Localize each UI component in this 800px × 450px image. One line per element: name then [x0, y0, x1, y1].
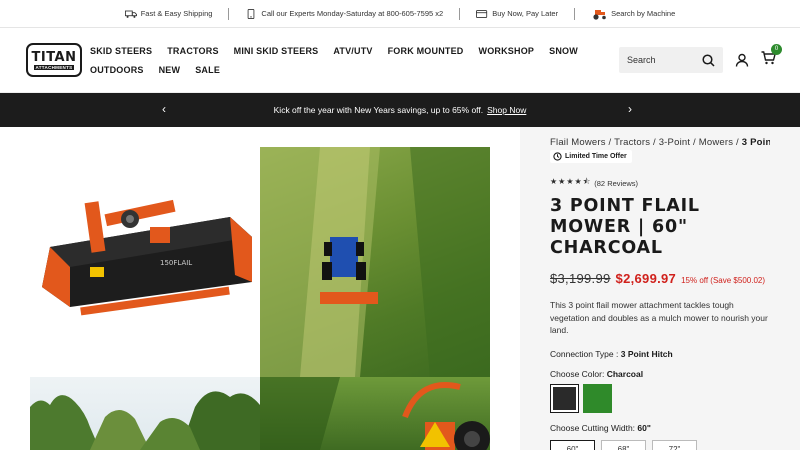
promo-prev-button[interactable]: ‹	[162, 102, 166, 116]
credit-card-icon	[476, 9, 488, 18]
nav-new[interactable]: NEW	[159, 65, 181, 75]
nav-snow[interactable]: SNOW	[549, 46, 578, 56]
nav-skid-steers[interactable]: SKID STEERS	[90, 46, 152, 56]
nav-tractors[interactable]: TRACTORS	[167, 46, 218, 56]
header-actions: 0	[735, 43, 782, 70]
search-icon[interactable]	[702, 53, 715, 67]
breadcrumb-flail-mowers[interactable]: Flail Mowers	[550, 137, 606, 148]
breadcrumb-current: 3 Point	[741, 137, 770, 148]
product-gallery: 150FLAIL	[0, 127, 520, 450]
connection-label: Connection Type :	[550, 348, 619, 359]
product-page: 150FLAIL Flail Mowers / Tractors / 3-Poi…	[0, 127, 800, 450]
product-rating[interactable]: ★★★★⯪ (82 Reviews)	[550, 176, 770, 190]
connection-type: Connection Type : 3 Point Hitch	[550, 349, 770, 359]
swatch-charcoal[interactable]	[550, 383, 579, 413]
color-option: Choose Color: Charcoal	[550, 369, 770, 379]
width-60-button[interactable]: 60"	[550, 439, 595, 450]
search-by-machine-label: Search by Machine	[611, 9, 676, 18]
product-image-trees[interactable]	[30, 377, 260, 450]
badge-label: Limited Time Offer	[565, 153, 627, 160]
savings-text: 15% off (Save $500.02)	[681, 276, 766, 285]
breadcrumb-tractors[interactable]: Tractors	[614, 137, 650, 148]
clock-icon	[553, 152, 562, 161]
trees-illustration	[30, 391, 260, 450]
search-by-machine-link[interactable]: Search by Machine	[575, 8, 691, 20]
shipping-label: Fast & Easy Shipping	[140, 9, 213, 18]
nav-outdoors[interactable]: OUTDOORS	[90, 65, 144, 75]
pay-later-label: Buy Now, Pay Later	[492, 9, 559, 18]
sale-price: $2,699.97	[615, 271, 677, 286]
original-price: $3,199.99	[550, 271, 611, 286]
pay-later-info[interactable]: Buy Now, Pay Later	[460, 9, 574, 19]
product-description: This 3 point flail mower attachment tack…	[550, 300, 768, 335]
tractor-closeup-illustration	[260, 377, 490, 450]
review-count[interactable]: (82 Reviews)	[594, 179, 638, 188]
product-image-tractor[interactable]	[260, 377, 490, 450]
truck-icon	[124, 10, 137, 18]
promo-shop-now-link[interactable]: Shop Now	[487, 105, 526, 115]
flail-mower-illustration: 150FLAIL	[42, 199, 252, 316]
search-box[interactable]: Search	[619, 47, 723, 73]
cart-count-badge: 0	[771, 43, 782, 55]
promo-next-button[interactable]: ›	[628, 102, 632, 116]
color-swatches	[550, 383, 770, 413]
color-label: Choose Color:	[550, 368, 605, 379]
width-72-button[interactable]: 72"	[652, 439, 697, 450]
shipping-info[interactable]: Fast & Easy Shipping	[109, 9, 229, 19]
color-value: Charcoal	[606, 368, 644, 379]
limited-time-offer-badge: Limited Time Offer	[550, 150, 632, 163]
search-input[interactable]: Search	[627, 55, 656, 65]
swatch-green[interactable]	[583, 383, 612, 413]
breadcrumb: Flail Mowers / Tractors / 3-Point / Mowe…	[550, 137, 770, 148]
mower-decal-text: 150FLAIL	[160, 259, 192, 267]
logo-subtitle: ATTACHMENTS	[33, 64, 75, 70]
promo-text: Kick off the year with New Years savings…	[273, 105, 484, 115]
main-nav: SKID STEERS TRACTORS MINI SKID STEERS AT…	[90, 46, 619, 75]
width-68-button[interactable]: 68"	[601, 439, 646, 450]
call-experts-label: Call our Experts Monday-Saturday at 800-…	[261, 9, 444, 18]
site-header: TITAN ATTACHMENTS SKID STEERS TRACTORS M…	[0, 28, 800, 93]
width-option: Choose Cutting Width: 60"	[550, 423, 770, 433]
call-experts-info[interactable]: Call our Experts Monday-Saturday at 800-…	[229, 8, 459, 19]
product-details: Flail Mowers / Tractors / 3-Point / Mowe…	[520, 127, 800, 450]
swatch-green-fill	[583, 383, 612, 413]
width-value: 60"	[637, 422, 651, 433]
phone-icon	[248, 8, 255, 19]
swatch-charcoal-fill	[553, 386, 576, 410]
tractor-icon	[593, 9, 606, 20]
product-title: 3 Point Flail Mower | 60" Charcoal	[550, 196, 700, 258]
star-rating-icon: ★★★★⯪	[550, 177, 592, 186]
cart-button[interactable]: 0	[761, 43, 782, 70]
promo-banner: ‹ Kick off the year with New Years savin…	[0, 93, 800, 127]
nav-fork-mounted[interactable]: FORK MOUNTED	[388, 46, 464, 56]
nav-workshop[interactable]: WORKSHOP	[479, 46, 535, 56]
breadcrumb-3-point[interactable]: 3-Point	[659, 137, 691, 148]
utility-bar: Fast & Easy Shipping Call our Experts Mo…	[0, 0, 800, 28]
logo-wordmark: TITAN	[31, 49, 77, 65]
titan-logo[interactable]: TITAN ATTACHMENTS	[26, 43, 82, 77]
aerial-field-illustration	[260, 147, 490, 377]
width-label: Choose Cutting Width:	[550, 422, 636, 433]
breadcrumb-mowers[interactable]: Mowers	[699, 137, 733, 148]
price-block: $3,199.99 $2,699.97 15% off (Save $500.0…	[550, 271, 770, 286]
connection-value: 3 Point Hitch	[620, 348, 673, 359]
product-image-aerial[interactable]	[260, 147, 490, 377]
nav-mini-skid-steers[interactable]: MINI SKID STEERS	[234, 46, 319, 56]
width-options: 60" 68" 72"	[550, 439, 770, 450]
nav-atv-utv[interactable]: ATV/UTV	[333, 46, 372, 56]
nav-sale[interactable]: SALE	[195, 65, 220, 75]
product-image-studio[interactable]: 150FLAIL	[30, 147, 260, 377]
account-icon[interactable]	[735, 53, 749, 67]
